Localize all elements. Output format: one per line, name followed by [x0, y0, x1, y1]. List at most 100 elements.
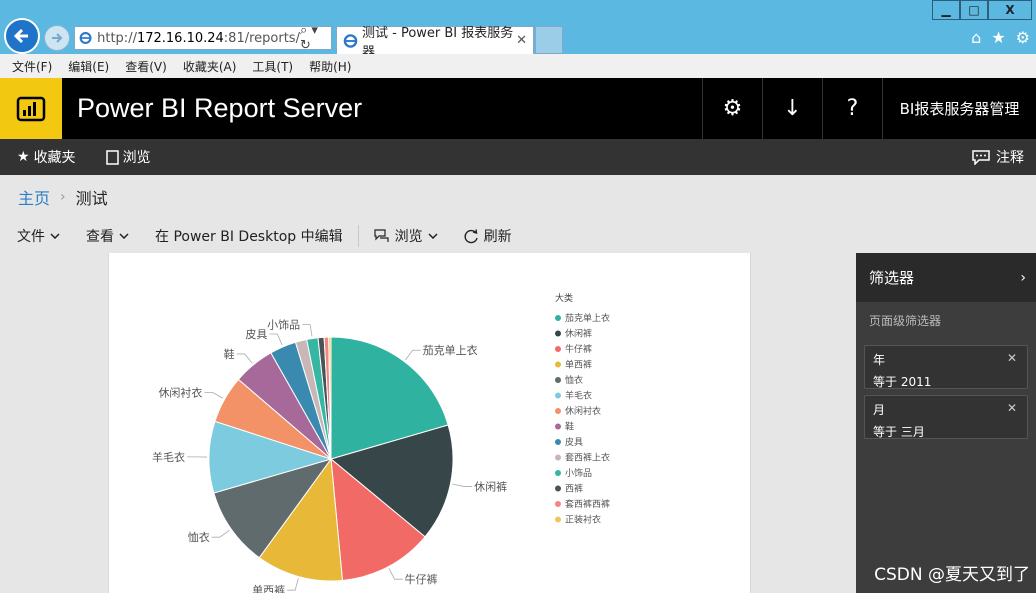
menu-bar: 文件(F) 编辑(E) 查看(V) 收藏夹(A) 工具(T) 帮助(H)	[0, 54, 1036, 78]
app-title: Power BI Report Server	[77, 93, 363, 123]
breadcrumb: 主页 › 测试	[0, 175, 1036, 219]
maximize-button[interactable]: □	[960, 0, 988, 20]
settings-icon[interactable]: ⚙	[702, 78, 762, 139]
legend-item[interactable]: 休闲衬衣	[565, 405, 601, 417]
admin-menu[interactable]: BI报表服务器管理	[882, 78, 1036, 139]
home-icon[interactable]: ⌂	[971, 28, 981, 47]
menu-view[interactable]: 查看(V)	[125, 58, 167, 75]
address-bar[interactable]: http://172.16.10.24:81/reports/ ⌕ ▾ ↻	[74, 23, 332, 53]
breadcrumb-separator: ›	[60, 189, 66, 205]
clear-filter-icon[interactable]: ✕	[1007, 351, 1017, 365]
legend-item[interactable]: 西裤	[565, 483, 583, 495]
view-menu-label: 查看	[86, 229, 114, 245]
browser-tab[interactable]: 测试 - Power BI 报表服务器 ✕	[336, 26, 534, 60]
tools-gear-icon[interactable]: ⚙	[1016, 28, 1030, 47]
legend-item[interactable]: 牛仔裤	[565, 343, 592, 355]
slice-leader-line	[388, 568, 403, 580]
legend-item[interactable]: 羊毛衣	[565, 390, 592, 402]
legend-marker	[555, 423, 561, 430]
clear-filter-icon[interactable]: ✕	[1007, 401, 1017, 415]
slice-leader-line	[236, 353, 253, 364]
file-menu[interactable]: 文件	[0, 226, 73, 246]
browse-chat-icon	[374, 229, 389, 242]
view-menu[interactable]: 查看	[73, 226, 142, 246]
address-tools[interactable]: ⌕ ▾ ↻	[300, 23, 331, 53]
browse-link[interactable]: 浏览	[105, 147, 151, 167]
slice-leader-line	[452, 483, 473, 487]
refresh-icon	[464, 228, 478, 243]
menu-edit[interactable]: 编辑(E)	[68, 58, 109, 75]
legend-item[interactable]: 鞋	[565, 421, 574, 433]
favorites-star-icon[interactable]: ★	[991, 28, 1005, 47]
slice-leader-line	[269, 333, 283, 346]
filter-value: 等于 三月	[873, 425, 925, 439]
comments-button[interactable]: 注释	[972, 147, 1024, 167]
chevron-right-icon[interactable]: ›	[1020, 270, 1026, 286]
legend-marker	[555, 439, 561, 445]
slice-label: 羊毛衣	[152, 450, 185, 464]
document-icon	[105, 149, 119, 165]
legend-item[interactable]: 休闲裤	[565, 328, 592, 340]
close-window-button[interactable]: X	[988, 0, 1032, 20]
chevron-down-icon	[119, 233, 129, 239]
legend-marker	[555, 516, 561, 523]
legend-marker	[555, 377, 561, 383]
legend-item[interactable]: 皮具	[565, 436, 583, 448]
legend-marker	[555, 454, 561, 461]
file-menu-label: 文件	[17, 229, 45, 245]
back-button[interactable]	[4, 18, 40, 54]
arrow-right-icon	[52, 33, 63, 43]
legend-item[interactable]: 小饰品	[565, 467, 592, 479]
legend-item[interactable]: 单西裤	[565, 359, 592, 371]
legend-item[interactable]: 套西裤上衣	[565, 452, 610, 464]
menu-file[interactable]: 文件(F)	[12, 58, 52, 75]
slice-label: 鞋	[224, 347, 235, 361]
forward-button[interactable]	[44, 25, 70, 51]
pie-chart[interactable]: 茄克单上衣休闲裤牛仔裤单西裤恤衣羊毛衣休闲衬衣鞋皮具小饰品 大类茄克单上衣休闲裤…	[109, 253, 751, 593]
menu-favorites[interactable]: 收藏夹(A)	[183, 58, 237, 75]
slice-label: 皮具	[245, 328, 267, 341]
chevron-down-icon	[428, 233, 438, 239]
filter-pane-header[interactable]: 筛选器 ›	[856, 253, 1036, 302]
url-prefix: http://	[97, 30, 137, 46]
menu-tools[interactable]: 工具(T)	[252, 58, 293, 75]
legend-item[interactable]: 茄克单上衣	[565, 312, 610, 324]
browse-label: 浏览	[122, 150, 151, 166]
menu-help[interactable]: 帮助(H)	[309, 58, 351, 75]
close-tab-icon[interactable]: ✕	[516, 33, 527, 48]
slice-label: 休闲裤	[474, 480, 507, 494]
breadcrumb-current: 测试	[75, 189, 108, 208]
filter-card-month[interactable]: 月 等于 三月 ✕	[864, 395, 1028, 439]
download-icon[interactable]: ↓	[762, 78, 822, 139]
edit-in-desktop-button[interactable]: 在 Power BI Desktop 中编辑	[142, 226, 356, 246]
slice-label: 单西裤	[252, 583, 285, 593]
page-level-filters-heading: 页面级筛选器	[869, 314, 942, 328]
favorites-link[interactable]: ★ 收藏夹	[17, 147, 76, 167]
edit-in-desktop-label: 在 Power BI Desktop 中编辑	[155, 229, 343, 245]
minimize-button[interactable]: ▁	[932, 0, 960, 20]
legend-item[interactable]: 套西裤西裤	[565, 498, 610, 510]
ie-logo-icon	[79, 32, 92, 44]
legend-item[interactable]: 正装衬衣	[565, 514, 601, 526]
legend-item[interactable]: 恤衣	[565, 374, 583, 386]
app-header: Power BI Report Server ⚙ ↓ ? BI报表服务器管理	[0, 78, 1036, 139]
refresh-button[interactable]: 刷新	[451, 226, 525, 246]
window-controls: ▁ □ X	[932, 0, 1032, 20]
slice-label: 休闲衬衣	[158, 385, 202, 399]
favorites-label: 收藏夹	[33, 150, 76, 166]
powerbi-logo[interactable]	[0, 78, 62, 139]
filter-pane: 筛选器 › 页面级筛选器 年 等于 2011 ✕ 月 等于 三月 ✕ CSDN …	[856, 253, 1036, 593]
watermark: CSDN @夏天又到了	[874, 565, 1030, 585]
legend-marker	[555, 408, 561, 414]
sub-navigation: ★ 收藏夹 浏览 注释	[0, 139, 1036, 175]
breadcrumb-home[interactable]: 主页	[18, 185, 50, 209]
help-icon[interactable]: ?	[822, 78, 882, 139]
legend-marker	[555, 392, 561, 399]
legend-marker	[555, 501, 561, 507]
new-tab-button[interactable]	[535, 26, 563, 54]
chevron-down-icon	[50, 233, 60, 239]
filter-card-year[interactable]: 年 等于 2011 ✕	[864, 345, 1028, 389]
slice-leader-line	[405, 349, 421, 361]
legend-marker	[555, 330, 561, 337]
browse-menu[interactable]: 浏览	[361, 226, 451, 246]
